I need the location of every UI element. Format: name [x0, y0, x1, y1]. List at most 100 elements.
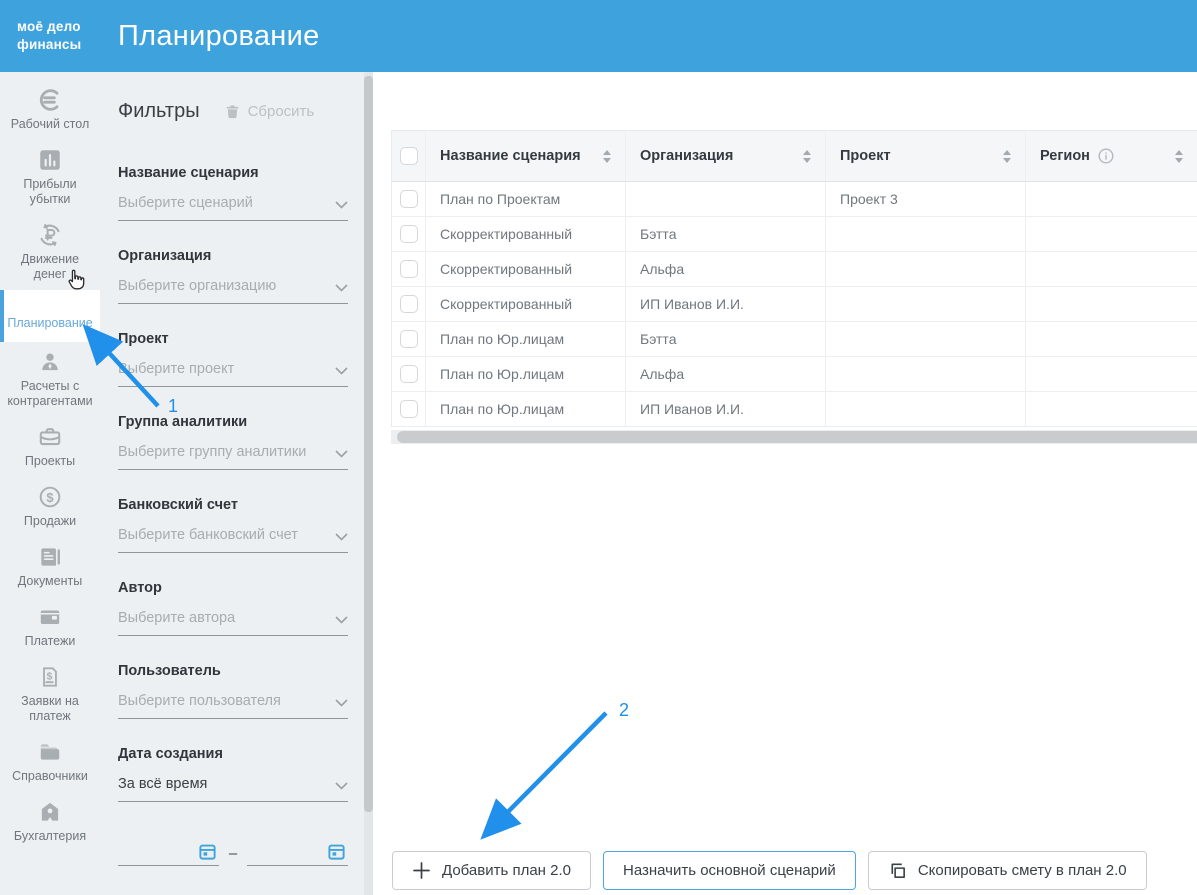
column-header-organization[interactable]: Организация — [626, 131, 826, 181]
cell-region — [1026, 182, 1197, 216]
column-header-region[interactable]: Регион — [1026, 131, 1197, 181]
sidebar-item-profit-loss[interactable]: Прибыли убытки — [0, 140, 100, 215]
chevron-down-icon — [335, 367, 348, 375]
table-row[interactable]: План по Юр.лицам ИП Иванов И.И. — [392, 392, 1197, 427]
calendar-icon[interactable] — [198, 842, 217, 861]
table-row[interactable]: План по Юр.лицам Бэтта — [392, 322, 1197, 357]
analytics-group-select[interactable]: Выберите группу аналитики — [118, 444, 348, 470]
profit-loss-icon — [40, 150, 60, 170]
sort-icon[interactable] — [803, 149, 811, 163]
sidebar-item-payment-requests[interactable]: $ Заявки на платеж — [0, 657, 100, 732]
sidebar-item-label: Заявки на платеж — [21, 694, 79, 723]
column-header-project[interactable]: Проект — [826, 131, 1026, 181]
filter-group-date-created: Дата создания За всё время — [118, 746, 348, 802]
bank-account-select[interactable]: Выберите банковский счет — [118, 527, 348, 553]
row-checkbox[interactable] — [399, 190, 418, 208]
set-main-scenario-button[interactable]: Назначить основной сценарий — [602, 851, 856, 890]
chevron-down-icon — [335, 616, 348, 624]
sidebar-item-label: Движение денег — [20, 252, 80, 281]
table-row[interactable]: План по Проектам Проект 3 — [392, 182, 1197, 217]
sidebar-item-projects[interactable]: Проекты — [0, 417, 100, 477]
table-row[interactable]: Скорректированный Альфа — [392, 252, 1197, 287]
select-all-checkbox[interactable] — [399, 147, 418, 165]
filter-group-bank-account: Банковский счет Выберите банковский счет — [118, 497, 348, 553]
row-checkbox-cell — [392, 322, 426, 356]
date-to-input[interactable] — [247, 845, 318, 863]
page-title: Планирование — [118, 19, 320, 52]
logo-line-1: моē дело — [17, 19, 81, 35]
trash-icon — [226, 105, 238, 119]
row-checkbox[interactable] — [399, 330, 418, 348]
scenarios-table: Название сценария Организация Проект Рег… — [391, 130, 1197, 427]
cell-scenario: Скорректированный — [426, 217, 626, 251]
author-select[interactable]: Выберите автора — [118, 610, 348, 636]
select-placeholder: Выберите сценарий — [118, 195, 253, 211]
cell-region — [1026, 392, 1197, 426]
sort-icon[interactable] — [1003, 149, 1011, 163]
project-select[interactable]: Выберите проект — [118, 361, 348, 387]
sidebar-item-accounting[interactable]: Бухгалтерия — [0, 792, 100, 852]
filters-scrollbar[interactable] — [364, 72, 373, 895]
table-horizontal-scrollbar[interactable] — [391, 430, 1197, 444]
cell-region — [1026, 217, 1197, 251]
row-checkbox[interactable] — [399, 295, 418, 313]
select-placeholder: Выберите проект — [118, 361, 235, 377]
user-select[interactable]: Выберите пользователя — [118, 693, 348, 719]
cell-organization: ИП Иванов И.И. — [626, 287, 826, 321]
filter-label: Дата создания — [118, 746, 223, 762]
sidebar-item-label: Расчеты с контрагентами — [7, 379, 93, 408]
desktop-icon — [39, 89, 59, 111]
calendar-icon[interactable] — [327, 842, 346, 861]
date-from-field[interactable] — [118, 836, 219, 866]
sidebar-item-planning[interactable]: Планирование — [0, 290, 100, 342]
column-header-scenario[interactable]: Название сценария — [426, 131, 626, 181]
cell-organization: Альфа — [626, 357, 826, 391]
row-checkbox[interactable] — [399, 365, 418, 383]
date-to-field[interactable] — [247, 836, 348, 866]
sidebar-item-cash-flow[interactable]: Движение денег — [0, 215, 100, 290]
sidebar-item-directories[interactable]: Справочники — [0, 732, 100, 792]
sidebar-item-label: Справочники — [12, 769, 88, 783]
filter-label: Автор — [118, 580, 162, 596]
info-icon[interactable] — [1098, 148, 1114, 164]
table-row[interactable]: Скорректированный Бэтта — [392, 217, 1197, 252]
sidebar-item-sales[interactable]: $ Продажи — [0, 477, 100, 537]
select-placeholder: Выберите автора — [118, 610, 236, 626]
row-checkbox[interactable] — [399, 400, 418, 418]
sidebar-item-label: Документы — [17, 574, 83, 588]
column-label: Проект — [840, 148, 891, 164]
set-main-scenario-label: Назначить основной сценарий — [622, 862, 836, 879]
sidebar-item-payments[interactable]: Платежи — [0, 597, 100, 657]
scenario-select[interactable]: Выберите сценарий — [118, 195, 348, 221]
organization-select[interactable]: Выберите организацию — [118, 278, 348, 304]
column-label: Название сценария — [440, 148, 581, 164]
table-row[interactable]: Скорректированный ИП Иванов И.И. — [392, 287, 1197, 322]
row-checkbox[interactable] — [399, 225, 418, 243]
sidebar-item-counterparties[interactable]: Расчеты с контрагентами — [0, 342, 100, 417]
sort-icon[interactable] — [603, 149, 611, 163]
cell-region — [1026, 252, 1197, 286]
reset-filters-button[interactable]: Сбросить — [224, 102, 314, 121]
main-content: Название сценария Организация Проект Рег… — [373, 72, 1197, 895]
cell-scenario: План по Юр.лицам — [426, 392, 626, 426]
add-plan-button[interactable]: Добавить план 2.0 — [392, 851, 591, 890]
table-row[interactable]: План по Юр.лицам Альфа — [392, 357, 1197, 392]
filter-group-user: Пользователь Выберите пользователя — [118, 663, 348, 719]
sort-icon[interactable] — [1175, 149, 1183, 163]
sidebar-item-documents[interactable]: Документы — [0, 537, 100, 597]
copy-estimate-button[interactable]: Скопировать смету в план 2.0 — [867, 851, 1147, 890]
header-checkbox-cell — [392, 131, 426, 181]
select-placeholder: Выберите группу аналитики — [118, 444, 307, 460]
cell-project: Проект 3 — [826, 182, 1026, 216]
sidebar-item-desktop[interactable]: Рабочий стол — [0, 80, 100, 140]
date-range-separator: – — [228, 845, 238, 862]
logo-line-2: финансы — [17, 37, 82, 52]
date-from-input[interactable] — [118, 845, 189, 863]
row-checkbox[interactable] — [399, 260, 418, 278]
row-checkbox-cell — [392, 217, 426, 251]
chevron-down-icon — [335, 782, 348, 790]
date-created-select[interactable]: За всё время — [118, 776, 348, 802]
table-horizontal-scrollbar-thumb[interactable] — [397, 431, 1197, 443]
filters-scrollbar-thumb[interactable] — [364, 76, 373, 812]
copy-icon — [891, 863, 905, 878]
